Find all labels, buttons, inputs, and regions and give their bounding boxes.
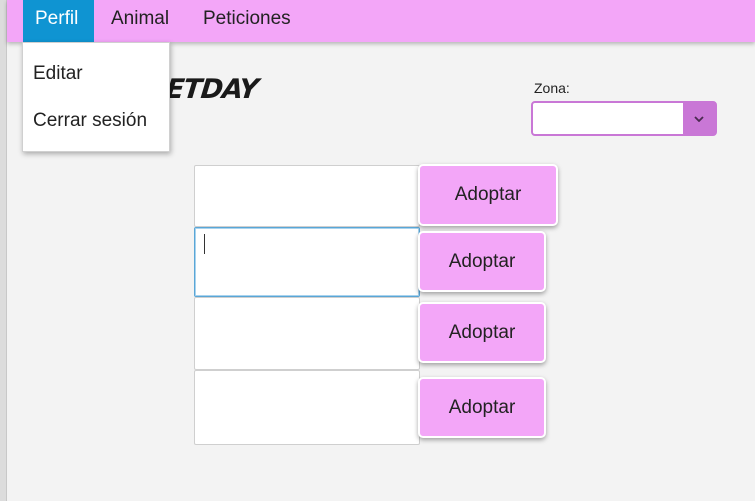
adopt-button-3[interactable]: Adoptar [418,302,546,363]
menu-perfil[interactable]: Perfil [23,0,94,42]
adopt-button-1[interactable]: Adoptar [418,164,558,226]
chevron-down-icon[interactable] [683,103,715,134]
adopt-button-4[interactable]: Adoptar [418,377,546,438]
menu-bar: Perfil Animal Peticiones [7,0,755,42]
adopt-button-2[interactable]: Adoptar [418,231,546,292]
text-caret [204,234,205,254]
menu-item-editar[interactable]: Editar [33,63,83,85]
menu-item-cerrar-sesion[interactable]: Cerrar sesión [33,110,147,132]
pet-field-1[interactable] [194,165,420,227]
pet-field-3[interactable] [194,297,420,370]
app-logo: ETDAY [164,74,260,105]
pet-field-2[interactable] [194,227,420,297]
zona-label: Zona: [534,80,570,96]
menu-animal[interactable]: Animal [99,0,181,42]
profile-dropdown-menu: Editar Cerrar sesión [22,42,170,152]
zona-select[interactable] [531,101,717,136]
pet-field-4[interactable] [194,370,420,445]
menu-peticiones[interactable]: Peticiones [191,0,303,42]
window-edge [0,0,7,501]
